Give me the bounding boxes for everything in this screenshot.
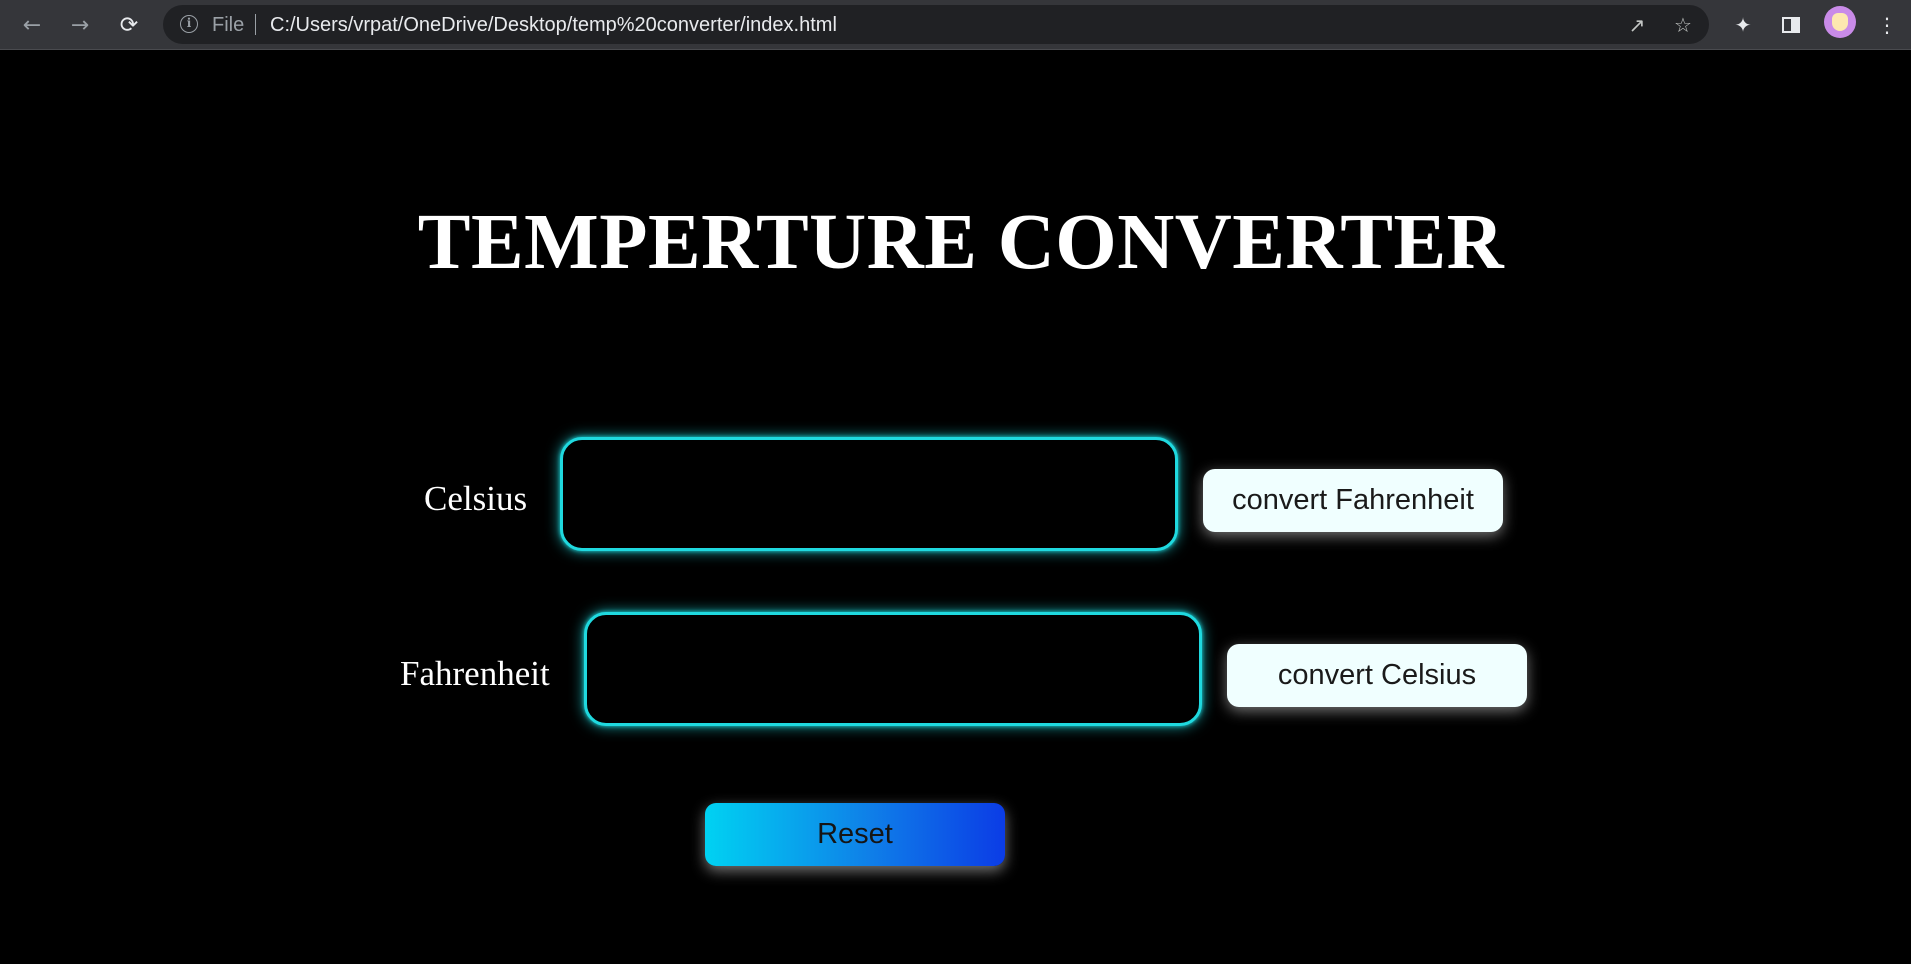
reload-icon[interactable]: ⟳	[112, 8, 146, 42]
address-separator	[255, 14, 256, 35]
reset-button[interactable]: Reset	[705, 803, 1005, 866]
celsius-label: Celsius	[424, 479, 528, 518]
back-arrow-icon[interactable]: ←	[15, 8, 49, 42]
side-panel-icon[interactable]	[1774, 8, 1808, 42]
fahrenheit-label: Fahrenheit	[400, 654, 550, 693]
share-icon[interactable]: ↗	[1623, 11, 1651, 39]
profile-avatar[interactable]	[1824, 6, 1856, 38]
info-icon[interactable]: i	[180, 15, 198, 33]
url-text[interactable]: C:/Users/vrpat/OneDrive/Desktop/temp%20c…	[270, 15, 837, 35]
avatar-face-icon	[1832, 13, 1848, 31]
forward-arrow-icon[interactable]: →	[63, 8, 97, 42]
extensions-puzzle-icon[interactable]: ✦	[1726, 8, 1760, 42]
url-scheme-label: File	[212, 14, 245, 36]
fahrenheit-input[interactable]	[584, 612, 1202, 726]
browser-toolbar: ← → ⟳ i File C:/Users/vrpat/OneDrive/Des…	[0, 0, 1911, 50]
bookmark-star-icon[interactable]: ☆	[1669, 11, 1697, 39]
convert-fahrenheit-button[interactable]: convert Fahrenheit	[1203, 469, 1503, 532]
address-bar[interactable]: i File C:/Users/vrpat/OneDrive/Desktop/t…	[163, 5, 1709, 44]
celsius-input[interactable]	[560, 437, 1178, 551]
menu-dots-icon[interactable]: ⋮	[1870, 8, 1904, 42]
page-title: TEMPERTURE CONVERTER	[417, 199, 1505, 286]
side-panel-icon-graphic	[1782, 17, 1800, 33]
convert-celsius-button[interactable]: convert Celsius	[1227, 644, 1527, 707]
